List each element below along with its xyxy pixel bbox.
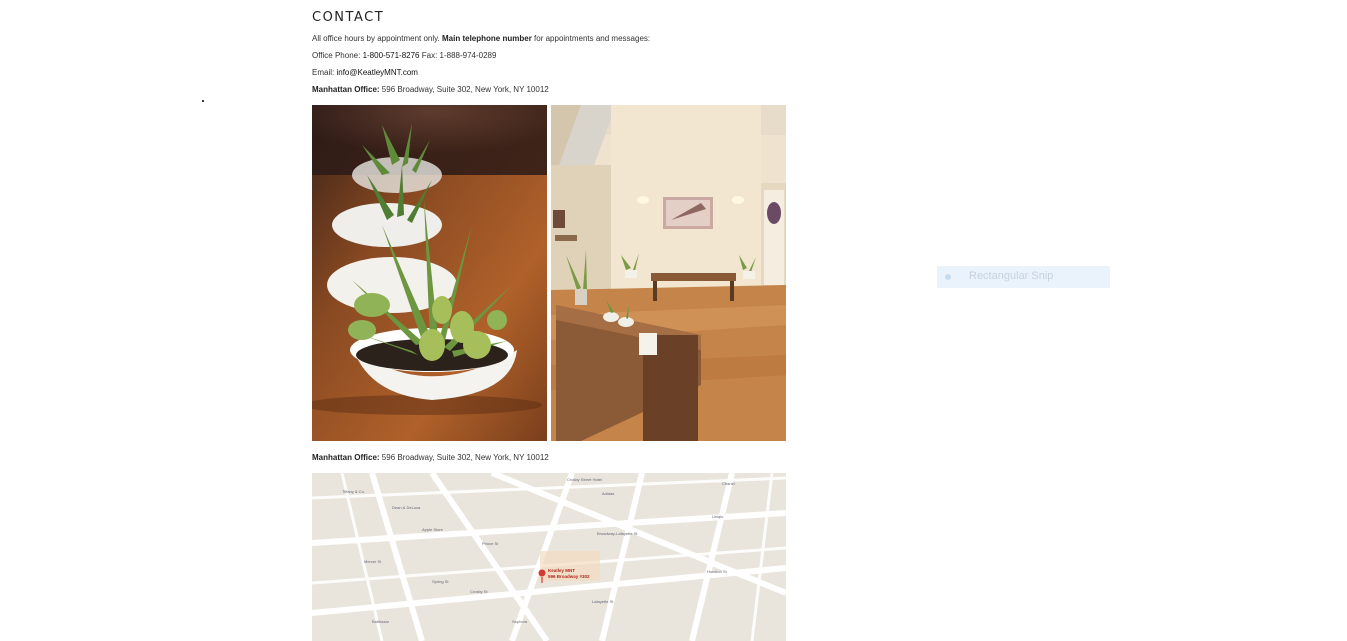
fax-number: Fax: 1-888-974-0289 — [421, 51, 497, 60]
map-label: Lafayette St — [592, 599, 614, 604]
office-label: Manhattan Office: — [312, 85, 380, 94]
office-address: 596 Broadway, Suite 302, New York, NY 10… — [381, 85, 549, 94]
office-address: 596 Broadway, Suite 302, New York, NY 10… — [381, 453, 549, 462]
map-label: Crosby Street Hotel — [567, 477, 602, 482]
rectangular-snip-menu-item[interactable]: Rectangular Snip — [937, 266, 1110, 288]
location-map[interactable]: Keatley MNT 596 Broadway #302 Tiffany & … — [312, 473, 786, 641]
email-line: Email: info@KeatleyMNT.com — [312, 68, 418, 77]
map-label: Spring St — [432, 579, 449, 584]
map-label: Sephora — [512, 619, 528, 624]
map-label: Mercer St — [364, 559, 382, 564]
intro-text: All office hours by appointment only. Ma… — [312, 34, 650, 43]
phone-label: Office Phone: — [312, 51, 361, 60]
intro-pre: All office hours by appointment only. — [312, 34, 440, 43]
map-label: Dean & DeLuca — [392, 505, 421, 510]
map-label: Crosby St — [470, 589, 488, 594]
map-label: Uniqlo — [712, 514, 724, 519]
intro-post: for appointments and messages: — [534, 34, 651, 43]
phone-number-link[interactable]: 1-800-571-8276 — [363, 51, 420, 60]
map-label: Balthazar — [372, 619, 390, 624]
email-label: Email: — [312, 68, 335, 77]
phone-line: Office Phone: 1-800-571-8276 Fax: 1-888-… — [312, 51, 496, 60]
office-line-top: Manhattan Office: 596 Broadway, Suite 30… — [312, 85, 549, 94]
map-label: Houston St — [707, 569, 728, 574]
map-label: Adidas — [602, 491, 614, 496]
stray-dot — [202, 100, 204, 102]
snip-label: Rectangular Snip — [969, 270, 1054, 282]
office-line-bottom: Manhattan Office: 596 Broadway, Suite 30… — [312, 453, 549, 462]
map-label: Broadway-Lafayette St — [597, 531, 638, 536]
map-label: Prince St — [482, 541, 499, 546]
map-label: Tiffany & Co. — [342, 489, 365, 494]
map-marker-address: 596 Broadway #302 — [548, 574, 590, 579]
map-marker-name: Keatley MNT — [548, 568, 575, 573]
page-title: CONTACT — [312, 10, 385, 25]
snip-icon — [945, 274, 951, 280]
email-link[interactable]: info@KeatleyMNT.com — [336, 68, 417, 77]
map-label: Apple Store — [422, 527, 444, 532]
office-interior-photo — [551, 105, 786, 441]
office-label: Manhattan Office: — [312, 453, 380, 462]
succulent-photo — [312, 105, 547, 441]
map-label: Chanel — [722, 481, 735, 486]
intro-bold: Main telephone number — [442, 34, 532, 43]
